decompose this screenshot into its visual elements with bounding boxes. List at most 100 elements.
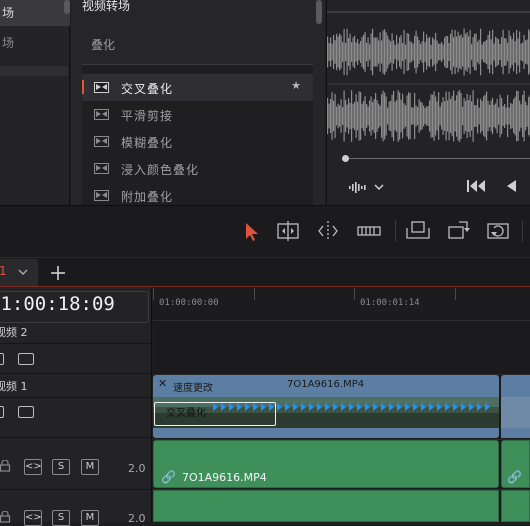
video-clip-2-header[interactable] — [501, 375, 530, 397]
waveform-bar — [422, 103, 423, 130]
waveform-bar — [519, 31, 520, 72]
waveform-bar — [498, 108, 499, 125]
waveform-bar — [390, 41, 391, 62]
close-icon[interactable]: ✕ — [158, 377, 167, 390]
waveform-bar — [386, 32, 387, 71]
waveform-bar — [344, 29, 345, 75]
waveform-bar — [509, 107, 510, 124]
audio-clip-track-2-b[interactable] — [501, 490, 530, 522]
audio-scrub-handle[interactable] — [342, 155, 349, 162]
selection-tool-icon[interactable] — [238, 218, 266, 244]
waveform-bar — [497, 38, 498, 66]
solo-button[interactable]: S — [52, 510, 70, 526]
waveform-bar — [392, 95, 393, 138]
waveform-bar — [417, 37, 418, 68]
waveform-bar — [474, 105, 475, 127]
waveform-bar — [347, 29, 348, 75]
sidebar-item-1[interactable]: 场 — [0, 0, 70, 26]
waveform-bar — [467, 32, 468, 72]
waveform-bar — [384, 29, 385, 75]
waveform-bar — [446, 92, 447, 141]
waveform-bar — [458, 92, 459, 141]
ruler-tick — [354, 288, 355, 300]
auto-select-icon[interactable] — [18, 406, 34, 418]
audio-clip-track-2[interactable] — [153, 490, 499, 522]
waveform-bar — [363, 35, 364, 70]
waveform-bar — [492, 30, 493, 74]
insert-clip-icon[interactable] — [404, 218, 432, 244]
effects-category-title[interactable]: 视频转场 — [82, 0, 130, 14]
waveform-bar — [509, 31, 510, 74]
track-header-video-1-controls — [0, 398, 152, 438]
waveform-bar — [411, 42, 412, 62]
waveform-bar — [401, 100, 402, 133]
waveform-bar — [504, 104, 505, 128]
waveform-bar — [422, 41, 423, 63]
waveform-bar — [413, 108, 414, 125]
sidebar-scrollbar[interactable] — [64, 0, 70, 14]
replace-clip-icon[interactable] — [484, 218, 512, 244]
auto-select-icon[interactable] — [18, 353, 34, 365]
effects-scrollbar[interactable] — [316, 0, 322, 24]
mute-button[interactable]: M — [81, 459, 99, 475]
waveform-bar — [366, 104, 367, 128]
waveform-bar — [513, 99, 514, 133]
solo-button[interactable]: S — [52, 459, 70, 475]
lock-track-icon[interactable] — [0, 353, 4, 365]
sidebar-item-2[interactable]: 场 — [0, 30, 70, 56]
waveform-bar — [434, 91, 435, 140]
lock-track-icon[interactable] — [0, 406, 4, 418]
waveform-bar — [522, 95, 523, 137]
track-header-video-2[interactable]: 视频 2 — [0, 321, 152, 344]
waveform-bar — [512, 104, 513, 128]
waveform-bar — [518, 91, 519, 141]
effect-item-cross-dissolve[interactable]: 交叉叠化 ★ — [82, 74, 313, 101]
auto-select-icon[interactable]: <> — [24, 459, 42, 475]
waveform-bar — [372, 29, 373, 75]
track-header-audio-2[interactable]: <> S M 2.0 — [0, 490, 152, 522]
video-clip-2[interactable] — [501, 397, 530, 428]
waveform-bar — [494, 105, 495, 127]
overwrite-clip-icon[interactable] — [445, 218, 473, 244]
waveform-bar — [461, 34, 462, 70]
audio-scrub-track[interactable] — [343, 158, 530, 159]
waveform-zoom-icon[interactable] — [348, 178, 388, 196]
dynamic-trim-icon[interactable] — [314, 218, 342, 244]
add-timeline-icon[interactable] — [50, 262, 66, 284]
waveform-bar — [528, 97, 529, 135]
transition-icon — [94, 109, 109, 120]
lock-icon[interactable] — [0, 511, 11, 523]
waveform-bar — [419, 99, 420, 133]
waveform-bar — [453, 37, 454, 67]
waveform-bar — [498, 39, 499, 64]
waveform-bar — [459, 90, 460, 142]
auto-select-icon[interactable]: <> — [24, 510, 42, 526]
transition-icon — [94, 190, 109, 201]
play-reverse-icon[interactable] — [504, 178, 518, 194]
chevron-down-icon[interactable] — [17, 267, 29, 277]
waveform-bar — [392, 33, 393, 70]
lock-icon[interactable] — [0, 460, 11, 472]
ruler-tick — [153, 288, 154, 300]
waveform-bar — [414, 93, 415, 139]
effect-item-dip-to-color[interactable]: 浸入颜色叠化 — [82, 155, 313, 182]
waveform-bar — [335, 40, 336, 64]
blade-edit-icon[interactable] — [355, 218, 383, 244]
transition-icon — [94, 82, 109, 93]
track-header-video-1[interactable]: 视频 1 — [0, 374, 152, 398]
trim-edit-icon[interactable] — [274, 218, 302, 244]
mute-button[interactable]: M — [81, 510, 99, 526]
video-clip-2-footer — [501, 428, 530, 438]
effect-item-blur-dissolve[interactable]: 模糊叠化 — [82, 128, 313, 155]
waveform-bar — [393, 91, 394, 141]
waveform-bar — [344, 91, 345, 142]
waveform-bar — [443, 97, 444, 135]
waveform-bar — [419, 40, 420, 64]
video-clip-footer — [153, 428, 499, 438]
waveform-bar — [426, 106, 427, 125]
favorite-star-icon[interactable]: ★ — [291, 79, 301, 92]
effect-item-smooth-cut[interactable]: 平滑剪接 — [82, 101, 313, 128]
track-header-audio-1[interactable]: <> S M 2.0 — [0, 440, 152, 490]
audio-clip-name: 7O1A9616.MP4 — [182, 471, 267, 484]
skip-to-start-icon[interactable] — [466, 178, 488, 194]
